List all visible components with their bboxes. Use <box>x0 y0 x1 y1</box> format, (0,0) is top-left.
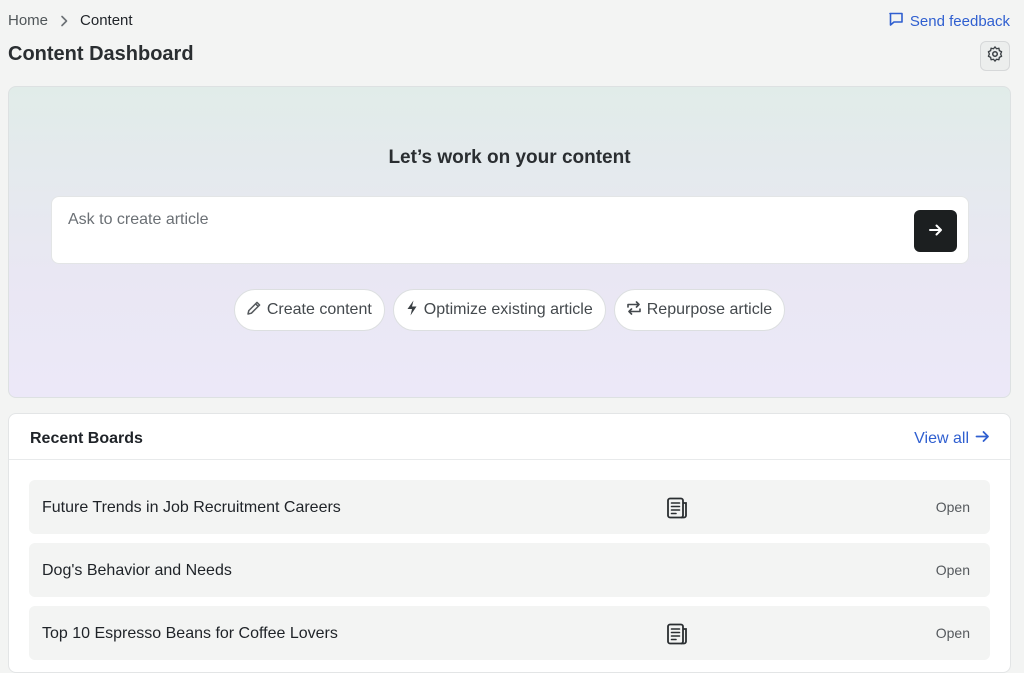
open-board-button[interactable]: Open <box>936 562 970 578</box>
submit-prompt-button[interactable] <box>914 210 957 252</box>
arrow-right-icon <box>975 430 990 448</box>
board-name: Dog's Behavior and Needs <box>42 562 232 579</box>
message-icon <box>888 11 904 31</box>
gear-icon <box>986 45 1004 68</box>
recent-boards-panel: Recent Boards View all Future Trends in … <box>8 413 1011 673</box>
breadcrumb: Home Content <box>8 12 133 29</box>
send-feedback-link[interactable]: Send feedback <box>888 11 1010 31</box>
open-board-button[interactable]: Open <box>936 625 970 641</box>
view-all-label: View all <box>914 430 969 447</box>
send-feedback-label: Send feedback <box>909 12 1010 30</box>
arrow-right-icon <box>928 223 944 240</box>
repurpose-article-label: Repurpose article <box>646 301 773 318</box>
board-name: Top 10 Espresso Beans for Coffee Lovers <box>42 625 338 642</box>
breadcrumb-home-link[interactable]: Home <box>8 12 48 29</box>
create-content-label: Create content <box>266 301 372 318</box>
page-title: Content Dashboard <box>8 43 194 65</box>
hero-title: Let’s work on your content <box>388 147 631 168</box>
prompt-box <box>51 196 969 264</box>
settings-button[interactable] <box>980 41 1010 71</box>
create-content-chip[interactable]: Create content <box>233 289 385 331</box>
recent-boards-header: Recent Boards View all <box>9 414 1010 460</box>
pencil-icon <box>245 299 263 322</box>
view-all-link[interactable]: View all <box>914 430 990 448</box>
open-board-button[interactable]: Open <box>936 499 970 515</box>
bolt-icon <box>404 299 420 322</box>
repeat-icon <box>625 299 643 322</box>
document-icon <box>665 622 689 646</box>
content-hero-panel: Let’s work on your content Create conten… <box>8 86 1011 398</box>
optimize-article-chip[interactable]: Optimize existing article <box>392 289 606 331</box>
recent-boards-title: Recent Boards <box>30 430 143 447</box>
breadcrumb-current: Content <box>80 12 133 29</box>
board-name: Future Trends in Job Recruitment Careers <box>42 499 341 516</box>
repurpose-article-chip[interactable]: Repurpose article <box>613 289 786 331</box>
board-row[interactable]: Top 10 Espresso Beans for Coffee Lovers … <box>29 606 990 660</box>
chevron-right-icon <box>60 15 68 27</box>
top-bar: Home Content Send feedback <box>0 0 1024 44</box>
document-icon <box>665 496 689 520</box>
board-list: Future Trends in Job Recruitment Careers… <box>29 480 990 669</box>
article-prompt-input[interactable] <box>68 209 888 231</box>
quick-action-chips: Create content Optimize existing article… <box>9 289 1010 331</box>
board-row[interactable]: Future Trends in Job Recruitment Careers… <box>29 480 990 534</box>
optimize-article-label: Optimize existing article <box>423 301 593 318</box>
board-row[interactable]: Dog's Behavior and Needs Open <box>29 543 990 597</box>
